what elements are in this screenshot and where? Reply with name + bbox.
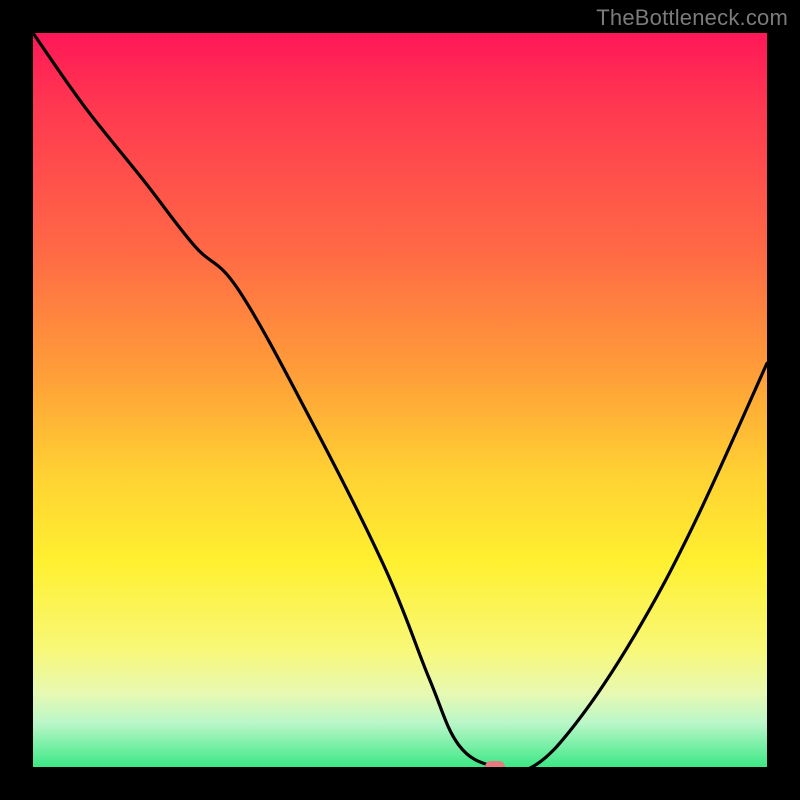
chart-stage: TheBottleneck.com — [0, 0, 800, 800]
optimal-marker — [485, 761, 505, 767]
plot-area — [33, 33, 767, 767]
watermark-text: TheBottleneck.com — [596, 5, 788, 31]
bottleneck-curve — [33, 33, 767, 767]
